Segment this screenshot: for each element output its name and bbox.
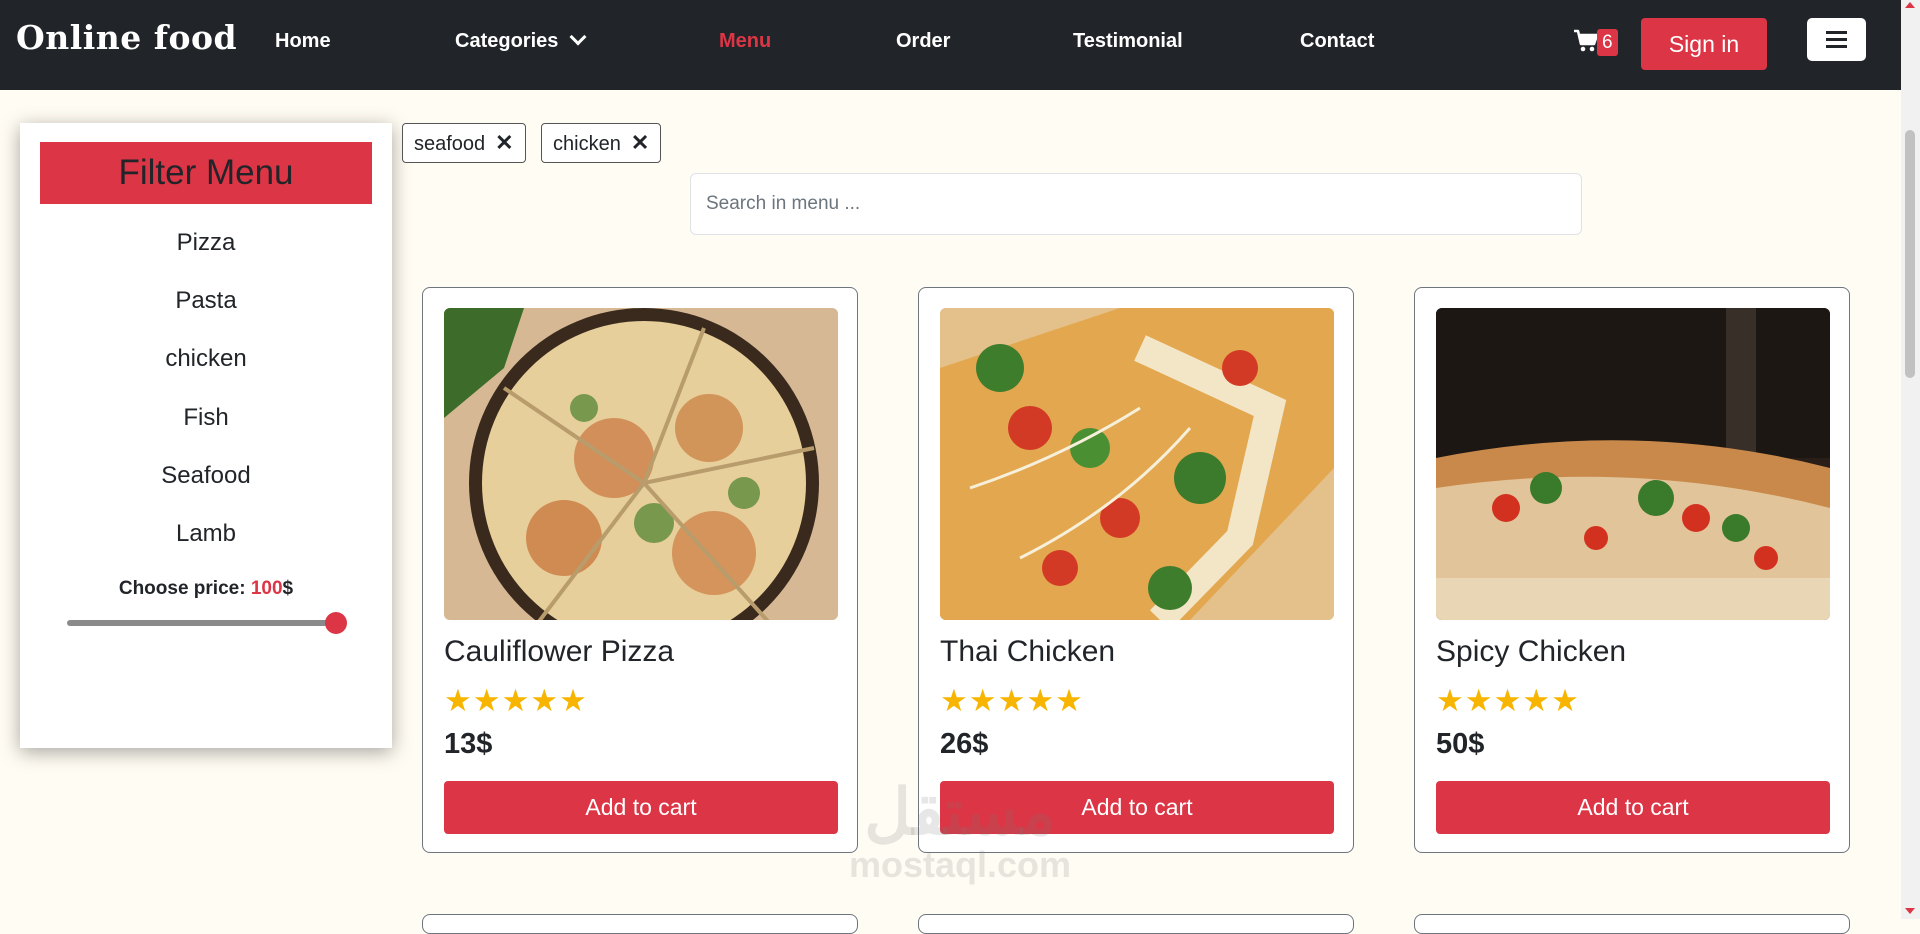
navbar: Online food Home Categories Menu Order T… [0,0,1901,90]
watermark: مستقل mostaql.com [845,780,1075,886]
close-icon[interactable]: ✕ [495,130,513,155]
product-card-partial [422,914,858,934]
product-card: Thai Chicken ★★★★★ 26$ Add to cart [918,287,1354,853]
product-price: 13$ [444,728,493,760]
brand-logo[interactable]: Online food [16,18,237,57]
filter-tag-label: chicken [553,133,621,155]
chevron-down-icon [569,28,587,46]
watermark-arabic: مستقل [864,776,1056,848]
filter-item-fish[interactable]: Fish [20,404,392,432]
price-slider-track[interactable] [67,620,342,626]
add-to-cart-button[interactable]: Add to cart [444,781,838,834]
hamburger-icon [1826,31,1847,34]
filter-panel: Filter Menu Pizza Pasta chicken Fish Sea… [20,123,392,748]
hamburger-icon-line [1826,38,1847,41]
nav-testimonial[interactable]: Testimonial [1073,30,1183,53]
price-label-text: Choose price: [118,578,246,599]
sign-in-button[interactable]: Sign in [1641,18,1767,70]
nav-contact[interactable]: Contact [1300,30,1374,53]
filter-item-chicken[interactable]: chicken [20,345,392,373]
product-name: Spicy Chicken [1436,635,1627,668]
scroll-down-arrow-icon[interactable] [1905,908,1915,914]
menu-search-input[interactable] [690,173,1582,235]
filter-tag-seafood: seafood ✕ [402,123,526,163]
cart-icon [1574,29,1599,52]
nav-menu[interactable]: Menu [719,30,771,53]
rating-stars: ★★★★★ [940,683,1084,718]
product-card-partial [1414,914,1850,934]
rating-stars: ★★★★★ [444,683,588,718]
nav-home[interactable]: Home [275,30,331,53]
price-unit: $ [282,578,294,599]
rating-stars: ★★★★★ [1436,683,1580,718]
watermark-latin: mostaql.com [848,844,1072,885]
price-value: 100 [250,578,283,599]
price-label: Choose price: 100$ [20,578,392,600]
product-card: Spicy Chicken ★★★★★ 50$ Add to cart [1414,287,1850,853]
cart-button[interactable]: 6 [1573,26,1621,60]
filter-item-lamb[interactable]: Lamb [20,520,392,548]
price-slider-handle[interactable] [325,612,347,634]
menu-toggle-button[interactable] [1807,18,1866,61]
filter-item-pasta[interactable]: Pasta [20,287,392,315]
scrollbar-thumb[interactable] [1905,130,1915,378]
product-image-spicy-chicken [1436,308,1830,620]
close-icon[interactable]: ✕ [631,130,649,155]
nav-order[interactable]: Order [896,30,950,53]
filter-tag-label: seafood [414,133,486,155]
product-price: 26$ [940,728,989,760]
filter-item-seafood[interactable]: Seafood [20,462,392,490]
product-image-pizza [444,308,838,620]
product-name: Thai Chicken [940,635,1116,668]
scroll-up-arrow-icon[interactable] [1905,2,1915,8]
product-card-partial [918,914,1354,934]
product-price: 50$ [1436,728,1485,760]
filter-title: Filter Menu [40,142,372,204]
filter-tag-chicken: chicken ✕ [541,123,662,163]
cart-count-badge: 6 [1597,29,1618,56]
nav-categories[interactable]: Categories [455,28,587,53]
hamburger-icon-line [1826,45,1847,48]
product-image-thai-chicken [940,308,1334,620]
product-name: Cauliflower Pizza [444,635,675,668]
filter-item-pizza[interactable]: Pizza [20,229,392,257]
product-card: Cauliflower Pizza ★★★★★ 13$ Add to cart [422,287,858,853]
nav-categories-label: Categories [455,30,559,52]
add-to-cart-button[interactable]: Add to cart [1436,781,1830,834]
